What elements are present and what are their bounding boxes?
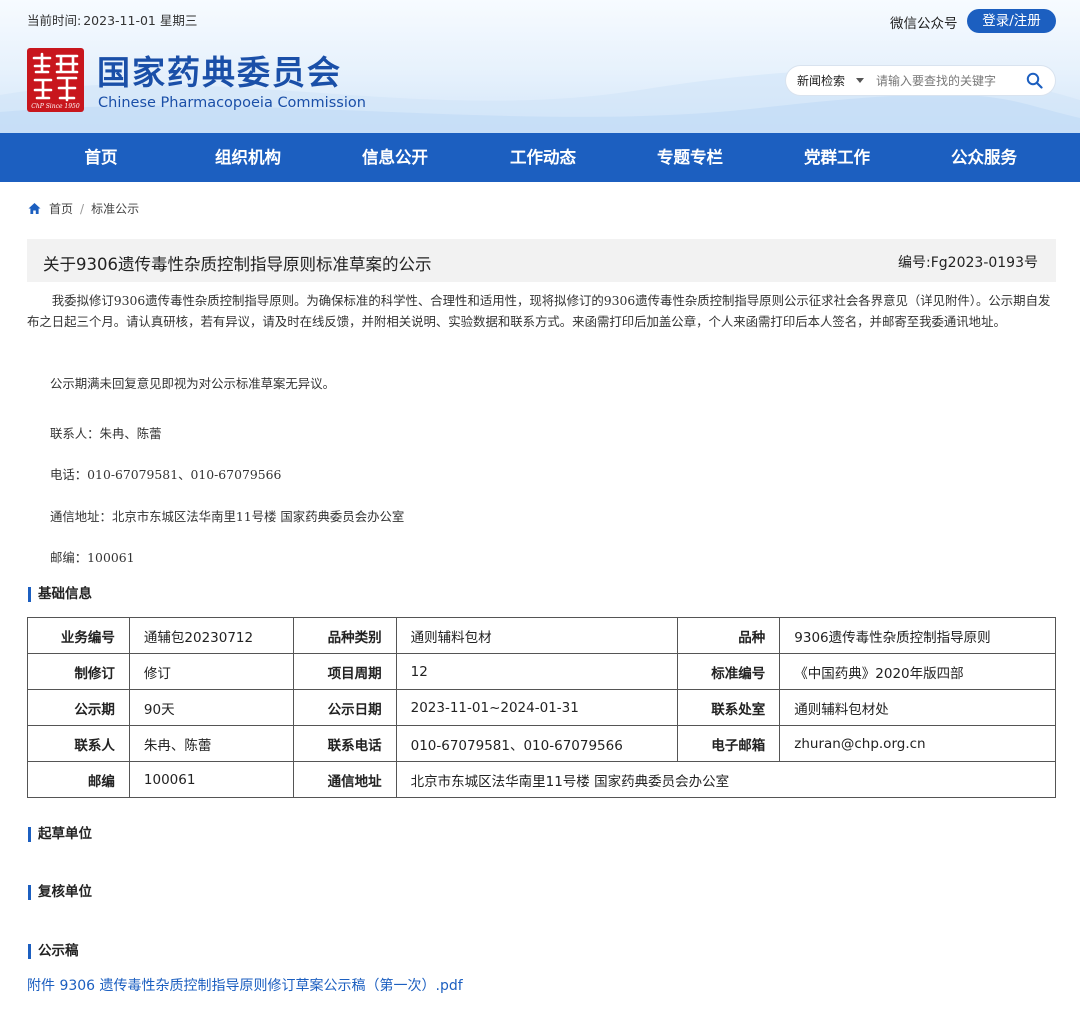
page-title: 关于9306遗传毒性杂质控制指导原则标准草案的公示 <box>43 255 432 274</box>
nav-item-public-service[interactable]: 公众服务 <box>951 133 1017 182</box>
table-cell-value: 北京市东城区法华南里11号楼 国家药典委员会办公室 <box>395 761 1057 798</box>
table-row: 制修订 修订 项目周期 12 标准编号 《中国药典》2020年版四部 <box>27 653 1056 690</box>
search-bar: 新闻检索 <box>786 66 1055 95</box>
table-cell-key: 电子邮箱 <box>677 725 781 762</box>
search-icon[interactable] <box>1026 72 1043 89</box>
site-logo-english[interactable]: Chinese Pharmacopoeia Commission <box>98 95 366 111</box>
nav-item-info-disclosure[interactable]: 信息公开 <box>362 133 428 182</box>
main-nav: 首页 组织机构 信息公开 工作动态 专题专栏 党群工作 公众服务 <box>0 133 1080 182</box>
search-category-select[interactable]: 新闻检索 <box>797 72 845 89</box>
table-cell-value: 修订 <box>128 653 294 690</box>
table-cell-value: 2023-11-01~2024-01-31 <box>395 689 679 726</box>
nav-item-special-topics[interactable]: 专题专栏 <box>657 133 723 182</box>
table-cell-key: 通信地址 <box>292 761 397 798</box>
nav-item-organization[interactable]: 组织机构 <box>215 133 281 182</box>
table-row: 联系人 朱冉、陈蕾 联系电话 010-67079581、010-67079566… <box>27 725 1056 762</box>
current-date-label: 当前时间: <box>27 13 82 28</box>
notice-note: 公示期满未回复意见即视为对公示标准草案无异议。 <box>50 376 335 391</box>
section-drafting-unit: 起草单位 <box>28 827 92 842</box>
home-icon[interactable] <box>28 202 41 215</box>
site-header: 当前时间: 2023-11-01 星期三 微信公众号 登录/注册 ChP Sinc… <box>0 0 1080 133</box>
table-cell-value: zhuran@chp.org.cn <box>779 725 1056 762</box>
table-cell-key: 项目周期 <box>292 653 397 690</box>
contact-postcode: 邮编：100061 <box>50 550 135 565</box>
contact-persons: 联系人：朱冉、陈蕾 <box>50 426 162 441</box>
section-basic-info: 基础信息 <box>28 587 92 602</box>
table-cell-value: 朱冉、陈蕾 <box>128 725 294 762</box>
notice-paragraph: 我委拟修订9306遗传毒性杂质控制指导原则。为确保标准的科学性、合理性和适用性，… <box>27 293 1051 329</box>
table-cell-value: 9306遗传毒性杂质控制指导原则 <box>779 617 1056 654</box>
nav-item-work-news[interactable]: 工作动态 <box>510 133 576 182</box>
table-cell-key: 联系电话 <box>292 725 397 762</box>
table-cell-value: 010-67079581、010-67079566 <box>395 725 679 762</box>
table-cell-key: 公示期 <box>27 689 130 726</box>
section-review-unit: 复核单位 <box>28 885 92 900</box>
search-input[interactable] <box>876 70 1016 91</box>
table-cell-value: 通辅包20230712 <box>128 617 294 654</box>
table-cell-value: 通则辅料包材 <box>395 617 679 654</box>
table-cell-value: 12 <box>395 653 679 690</box>
breadcrumb-current[interactable]: 标准公示 <box>91 200 139 217</box>
table-cell-key: 业务编号 <box>27 617 130 654</box>
contact-phone: 电话：010-67079581、010-67079566 <box>50 467 282 482</box>
table-cell-key: 标准编号 <box>677 653 781 690</box>
table-row: 业务编号 通辅包20230712 品种类别 通则辅料包材 品种 9306遗传毒性… <box>27 617 1056 654</box>
attachment-pdf-link[interactable]: 附件 9306 遗传毒性杂质控制指导原则修订草案公示稿（第一次）.pdf <box>27 975 463 995</box>
wechat-link[interactable]: 微信公众号 <box>890 12 958 32</box>
table-row: 公示期 90天 公示日期 2023-11-01~2024-01-31 联系处室 … <box>27 689 1056 726</box>
table-cell-key: 制修订 <box>27 653 130 690</box>
table-row: 邮编 100061 通信地址 北京市东城区法华南里11号楼 国家药典委员会办公室 <box>27 761 1057 798</box>
commission-seal-logo[interactable]: ChP Since 1950 <box>27 48 84 112</box>
breadcrumb-home[interactable]: 首页 <box>49 200 73 217</box>
table-cell-key: 联系处室 <box>677 689 781 726</box>
chevron-down-icon[interactable] <box>856 78 864 83</box>
site-logo-chinese[interactable]: 国家药典委员会 <box>97 46 342 94</box>
table-cell-key: 品种类别 <box>292 617 397 654</box>
login-register-button[interactable]: 登录/注册 <box>967 9 1056 33</box>
table-cell-value: 《中国药典》2020年版四部 <box>779 653 1056 690</box>
contact-address: 通信地址：北京市东城区法华南里11号楼 国家药典委员会办公室 <box>50 509 405 524</box>
table-cell-value: 100061 <box>128 761 294 798</box>
nav-item-party-work[interactable]: 党群工作 <box>804 133 870 182</box>
table-cell-value: 通则辅料包材处 <box>779 689 1056 726</box>
table-cell-key: 品种 <box>677 617 781 654</box>
breadcrumb-separator: / <box>80 201 85 216</box>
table-cell-key: 公示日期 <box>292 689 397 726</box>
svg-text:ChP Since 1950: ChP Since 1950 <box>31 103 80 110</box>
basic-info-table: 业务编号 通辅包20230712 品种类别 通则辅料包材 品种 9306遗传毒性… <box>27 617 1057 798</box>
nav-item-home[interactable]: 首页 <box>85 133 118 182</box>
notice-title-bar: 关于9306遗传毒性杂质控制指导原则标准草案的公示 编号:Fg2023-0193… <box>27 239 1056 282</box>
table-cell-key: 邮编 <box>27 761 130 798</box>
section-draft-document: 公示稿 <box>28 944 79 959</box>
breadcrumb: 首页 / 标准公示 <box>28 200 139 217</box>
table-cell-value: 90天 <box>128 689 294 726</box>
table-cell-key: 联系人 <box>27 725 130 762</box>
current-date-value: 2023-11-01 星期三 <box>83 13 198 28</box>
current-date: 当前时间: 2023-11-01 星期三 <box>27 10 197 29</box>
notice-number: 编号:Fg2023-0193号 <box>898 255 1038 271</box>
